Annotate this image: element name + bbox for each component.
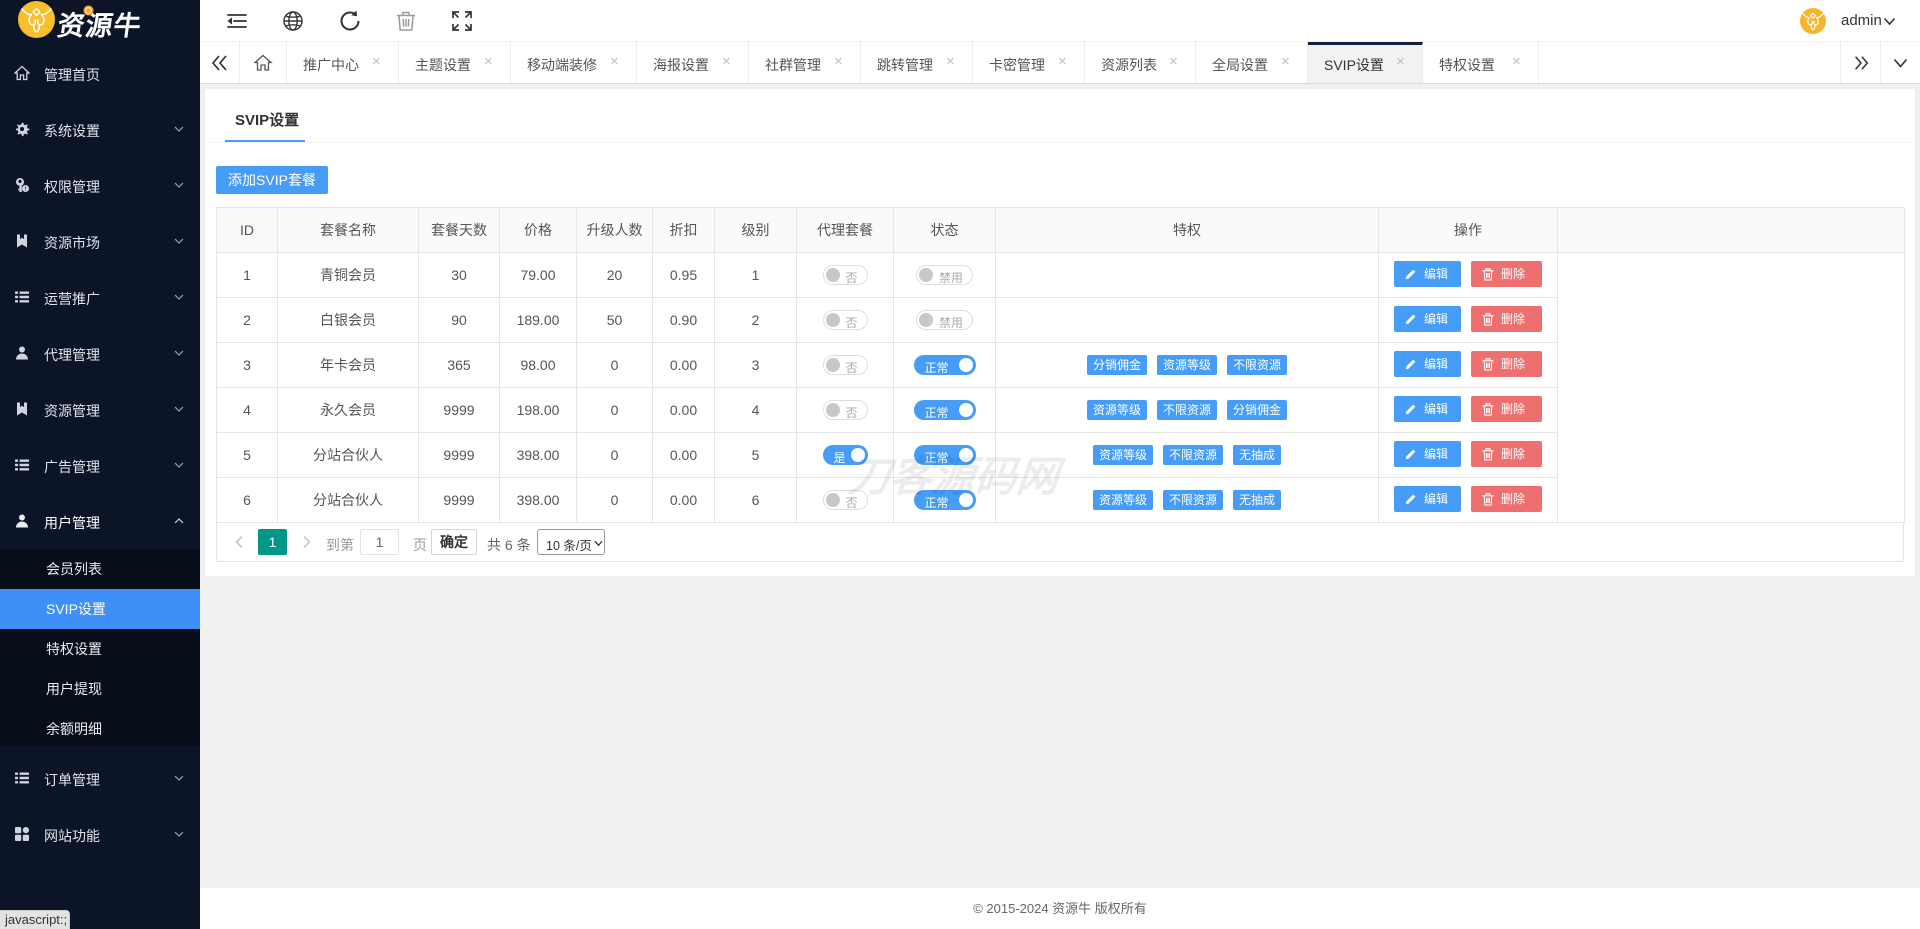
svg-text:!: ! xyxy=(25,187,27,193)
